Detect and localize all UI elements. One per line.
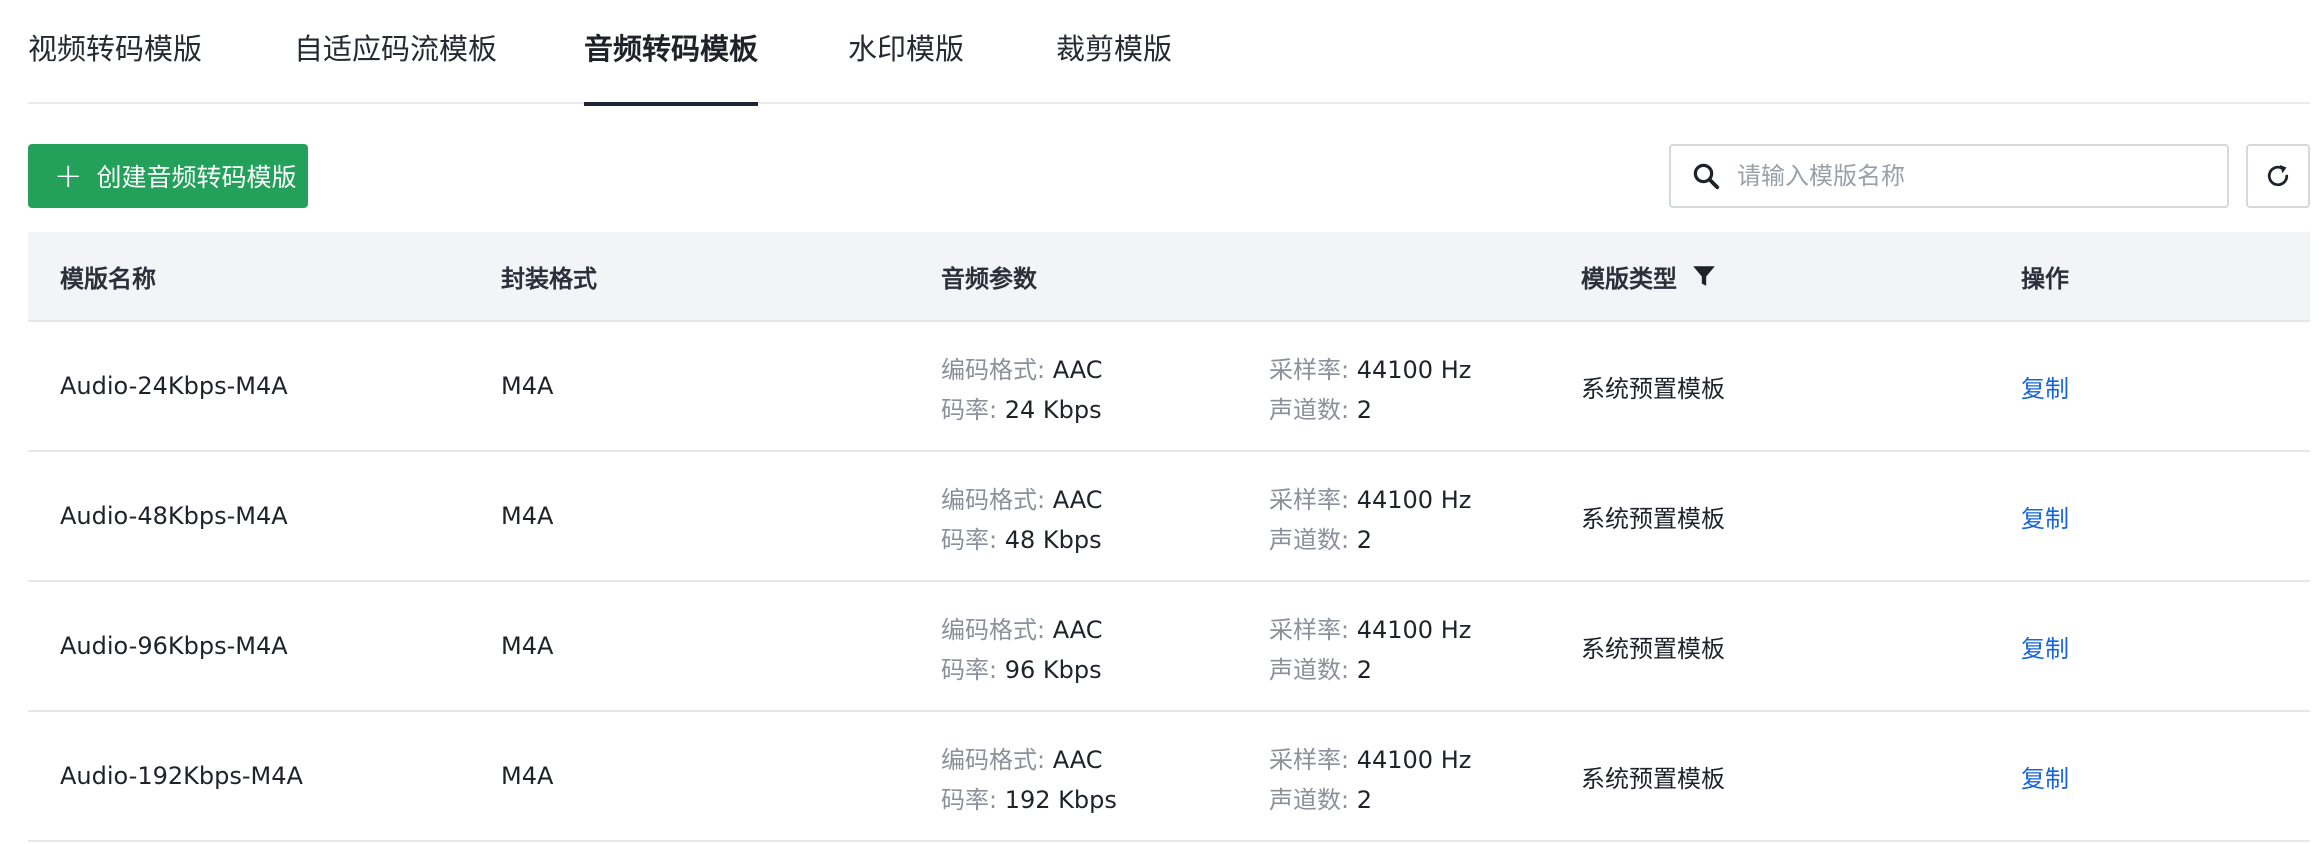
param-sample-rate: 采样率: 44100 Hz — [1269, 350, 1471, 385]
template-name: Audio-192Kbps-M4A — [60, 762, 303, 790]
param-channels: 声道数: 2 — [1269, 650, 1372, 685]
tab-audio-transcode[interactable]: 音频转码模板 — [584, 26, 759, 106]
param-bitrate-label: 码率: — [941, 786, 1005, 814]
table-header: 模版名称 封装格式 音频参数 模版类型 操作 — [28, 232, 2310, 322]
param-codec: 编码格式: AAC — [941, 350, 1103, 385]
tab-watermark[interactable]: 水印模版 — [848, 26, 964, 104]
param-bitrate: 码率: 192 Kbps — [941, 780, 1117, 815]
param-sample-rate-value: 44100 Hz — [1356, 746, 1472, 774]
param-codec-label: 编码格式: — [941, 356, 1053, 384]
param-channels-label: 声道数: — [1269, 396, 1357, 424]
param-sample-rate-label: 采样率: — [1269, 356, 1357, 384]
param-channels: 声道数: 2 — [1269, 390, 1372, 425]
copy-link[interactable]: 复制 — [2021, 322, 2069, 450]
param-bitrate-label: 码率: — [941, 396, 1005, 424]
tab-video-transcode[interactable]: 视频转码模版 — [28, 26, 202, 104]
copy-link[interactable]: 复制 — [2021, 452, 2069, 580]
refresh-icon — [2267, 165, 2289, 187]
param-sample-rate-value: 44100 Hz — [1356, 616, 1472, 644]
param-bitrate-value: 96 Kbps — [1004, 656, 1102, 684]
param-codec: 编码格式: AAC — [941, 740, 1103, 775]
param-bitrate-label: 码率: — [941, 656, 1005, 684]
param-codec: 编码格式: AAC — [941, 480, 1103, 515]
search-box — [1669, 144, 2229, 208]
param-channels-label: 声道数: — [1269, 786, 1357, 814]
search-icon — [1693, 163, 1720, 190]
template-type: 系统预置模板 — [1581, 764, 1725, 793]
param-channels-value: 2 — [1356, 526, 1372, 554]
param-sample-rate: 采样率: 44100 Hz — [1269, 610, 1471, 645]
container-format: M4A — [501, 372, 554, 400]
create-audio-template-button[interactable]: + 创建音频转码模版 — [28, 144, 308, 208]
table-row: Audio-24Kbps-M4A M4A 编码格式: AAC 码率: 24 Kb… — [28, 322, 2310, 452]
param-bitrate-value: 192 Kbps — [1004, 786, 1117, 814]
header-actions: 操作 — [2021, 264, 2069, 293]
param-channels-value: 2 — [1356, 396, 1372, 424]
container-format: M4A — [501, 632, 554, 660]
search-input[interactable] — [1737, 162, 2217, 190]
param-bitrate-label: 码率: — [941, 526, 1005, 554]
template-tabs: 视频转码模版 自适应码流模板 音频转码模板 水印模版 裁剪模版 — [28, 0, 2310, 106]
plus-icon: + — [54, 156, 83, 196]
container-format: M4A — [501, 762, 554, 790]
template-type: 系统预置模板 — [1581, 374, 1725, 403]
param-codec-label: 编码格式: — [941, 746, 1053, 774]
param-bitrate: 码率: 96 Kbps — [941, 650, 1102, 685]
param-codec-value: AAC — [1052, 356, 1103, 384]
header-container-format: 封装格式 — [501, 264, 597, 293]
refresh-button[interactable] — [2246, 144, 2310, 208]
param-channels-value: 2 — [1356, 786, 1372, 814]
param-bitrate-value: 24 Kbps — [1004, 396, 1102, 424]
table-row: Audio-96Kbps-M4A M4A 编码格式: AAC 码率: 96 Kb… — [28, 582, 2310, 712]
template-name: Audio-24Kbps-M4A — [60, 372, 288, 400]
param-channels-label: 声道数: — [1269, 656, 1357, 684]
copy-link[interactable]: 复制 — [2021, 582, 2069, 710]
param-codec-value: AAC — [1052, 616, 1103, 644]
param-codec-label: 编码格式: — [941, 616, 1053, 644]
copy-link[interactable]: 复制 — [2021, 712, 2069, 840]
filter-icon[interactable] — [1691, 263, 1717, 289]
header-template-type: 模版类型 — [1581, 232, 1717, 320]
template-type: 系统预置模板 — [1581, 504, 1725, 533]
header-template-type-label: 模版类型 — [1581, 264, 1677, 293]
param-codec-label: 编码格式: — [941, 486, 1053, 514]
param-codec-value: AAC — [1052, 746, 1103, 774]
param-bitrate: 码率: 48 Kbps — [941, 520, 1102, 555]
tab-crop[interactable]: 裁剪模版 — [1056, 26, 1172, 104]
param-sample-rate-label: 采样率: — [1269, 486, 1357, 514]
param-sample-rate: 采样率: 44100 Hz — [1269, 480, 1471, 515]
param-channels-value: 2 — [1356, 656, 1372, 684]
param-sample-rate: 采样率: 44100 Hz — [1269, 740, 1471, 775]
param-sample-rate-value: 44100 Hz — [1356, 356, 1472, 384]
tab-adaptive-bitrate[interactable]: 自适应码流模板 — [294, 26, 497, 104]
param-codec-value: AAC — [1052, 486, 1103, 514]
header-audio-params: 音频参数 — [941, 264, 1037, 293]
audio-template-table: 模版名称 封装格式 音频参数 模版类型 操作 Audio-24Kbps-M4A … — [28, 232, 2310, 842]
table-row: Audio-48Kbps-M4A M4A 编码格式: AAC 码率: 48 Kb… — [28, 452, 2310, 582]
create-button-label: 创建音频转码模版 — [96, 163, 297, 192]
header-template-name: 模版名称 — [60, 264, 156, 293]
table-row: Audio-192Kbps-M4A M4A 编码格式: AAC 码率: 192 … — [28, 712, 2310, 842]
param-sample-rate-label: 采样率: — [1269, 616, 1357, 644]
template-type: 系统预置模板 — [1581, 634, 1725, 663]
param-sample-rate-label: 采样率: — [1269, 746, 1357, 774]
param-channels: 声道数: 2 — [1269, 780, 1372, 815]
param-channels: 声道数: 2 — [1269, 520, 1372, 555]
param-bitrate-value: 48 Kbps — [1004, 526, 1102, 554]
container-format: M4A — [501, 502, 554, 530]
template-name: Audio-48Kbps-M4A — [60, 502, 288, 530]
template-name: Audio-96Kbps-M4A — [60, 632, 288, 660]
param-codec: 编码格式: AAC — [941, 610, 1103, 645]
param-sample-rate-value: 44100 Hz — [1356, 486, 1472, 514]
param-bitrate: 码率: 24 Kbps — [941, 390, 1102, 425]
param-channels-label: 声道数: — [1269, 526, 1357, 554]
